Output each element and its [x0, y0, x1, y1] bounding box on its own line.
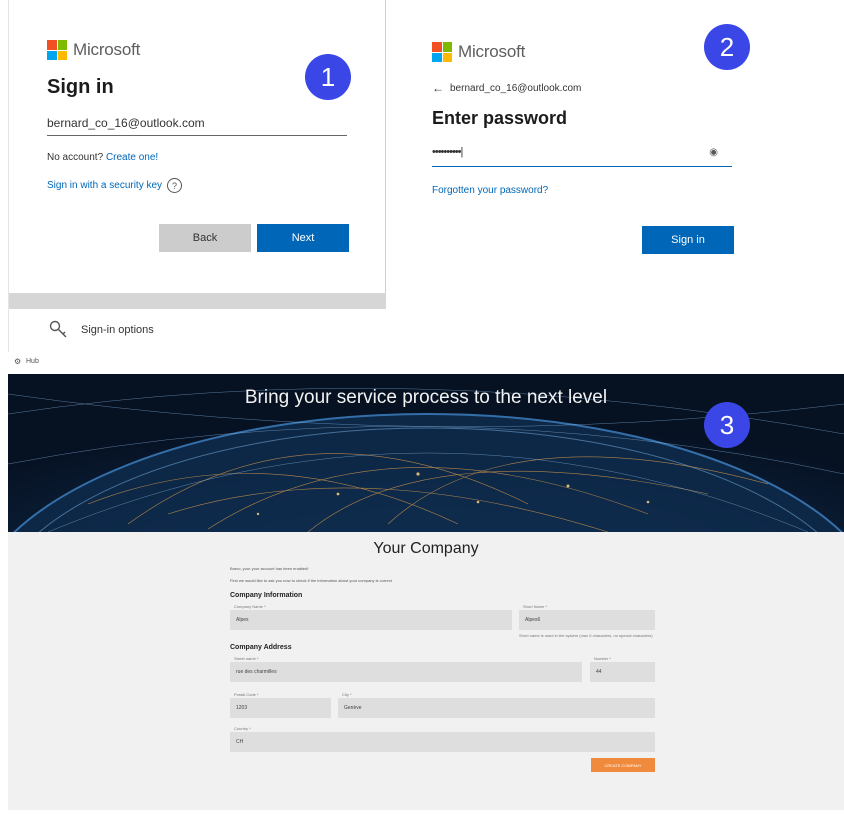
- no-account-label: No account?: [47, 152, 104, 163]
- signin-options-label: Sign-in options: [81, 324, 154, 336]
- postcode-input[interactable]: 1203: [230, 698, 331, 718]
- security-key-row[interactable]: Sign in with a security key ?: [47, 178, 183, 193]
- password-input[interactable]: ••••••••••| ◉: [432, 144, 732, 167]
- create-company-button[interactable]: CREATE COMPANY: [591, 758, 655, 772]
- create-account-link[interactable]: Create one!: [106, 152, 158, 163]
- reveal-password-icon[interactable]: ◉: [709, 147, 718, 158]
- city-input[interactable]: Genève: [338, 698, 655, 718]
- microsoft-logo: Microsoft: [432, 42, 525, 62]
- back-arrow-icon[interactable]: ←: [432, 81, 444, 95]
- intro-line-1: Bravo, your your account has been enable…: [230, 566, 309, 571]
- password-panel: Microsoft 2 ← bernard_co_16@outlook.com …: [390, 0, 836, 352]
- signin-panel: Microsoft 1 Sign in bernard_co_16@outloo…: [8, 0, 386, 352]
- number-label: Number *: [594, 656, 611, 661]
- section-company-address: Company Address: [230, 644, 292, 651]
- sign-in-button[interactable]: Sign in: [642, 226, 734, 254]
- page-title: Enter password: [432, 108, 568, 128]
- help-icon[interactable]: ?: [167, 178, 183, 193]
- company-name-label: Company Name *: [234, 604, 266, 609]
- intro-line-2: First we would like to ask you now to ch…: [230, 578, 392, 583]
- number-input[interactable]: 44: [590, 662, 655, 682]
- account-back-row[interactable]: ← bernard_co_16@outlook.com: [432, 81, 581, 95]
- footer-divider: [9, 293, 386, 309]
- form-title: Your Company: [373, 540, 479, 557]
- city-label: City *: [342, 692, 352, 697]
- signin-options-bar[interactable]: Sign-in options: [9, 293, 386, 352]
- forgot-password-link[interactable]: Forgotten your password?: [432, 185, 548, 196]
- short-name-hint: Short name is used in the system (max 5 …: [519, 633, 653, 638]
- section-company-information: Company Information: [230, 592, 303, 599]
- hub-logo-icon: ⚙: [14, 357, 22, 366]
- step-badge-3: 3: [704, 402, 750, 448]
- step-badge-2: 2: [704, 24, 750, 70]
- back-button[interactable]: Back: [159, 224, 251, 252]
- security-key-link[interactable]: Sign in with a security key: [47, 180, 162, 191]
- account-email: bernard_co_16@outlook.com: [450, 82, 582, 94]
- microsoft-grid-icon: [47, 40, 67, 60]
- short-name-input[interactable]: Alpes6: [519, 610, 655, 630]
- brand-name: Microsoft: [458, 42, 526, 61]
- brand-name: Microsoft: [73, 40, 141, 59]
- company-name-input[interactable]: Alpes: [230, 610, 512, 630]
- hub-logo-text: Hub: [26, 358, 39, 365]
- step-badge-1: 1: [305, 54, 351, 100]
- email-input[interactable]: bernard_co_16@outlook.com: [47, 116, 347, 136]
- short-name-label: Short Name *: [523, 604, 548, 609]
- postcode-label: Postal Code *: [234, 692, 259, 697]
- country-input[interactable]: CH: [230, 732, 655, 752]
- country-label: Country *: [234, 726, 251, 731]
- next-button[interactable]: Next: [257, 224, 349, 252]
- no-account-text: No account? Create one!: [47, 152, 158, 163]
- hero-banner: Bring your service process to the next l…: [8, 374, 844, 532]
- hub-header: ⚙ Hub: [8, 352, 844, 374]
- street-input[interactable]: rue des charmilles: [230, 662, 582, 682]
- company-form: Your Company Bravo, your your account ha…: [8, 532, 844, 810]
- microsoft-logo: Microsoft: [47, 40, 140, 60]
- page-title: Sign in: [47, 76, 114, 98]
- password-mask: ••••••••••|: [432, 146, 463, 158]
- key-icon: [49, 320, 67, 338]
- street-label: Street name *: [234, 656, 259, 661]
- microsoft-grid-icon: [432, 42, 452, 62]
